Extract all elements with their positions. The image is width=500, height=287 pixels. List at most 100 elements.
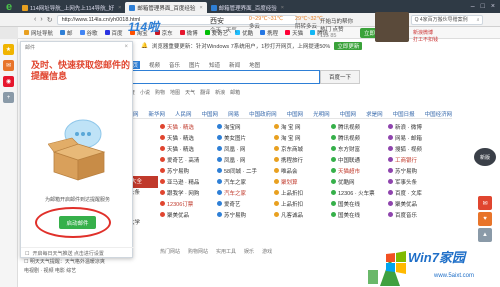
grid-link[interactable]: 凡客诚品 xyxy=(274,210,331,219)
grid-link[interactable]: 淘 宝 网 xyxy=(274,122,331,131)
maximize-icon[interactable]: □ xyxy=(481,3,485,10)
grid-link[interactable]: 国美在线 xyxy=(331,210,388,219)
category-link[interactable]: 娱乐 xyxy=(244,248,254,255)
star-icon[interactable]: ★ xyxy=(3,44,14,55)
grid-link[interactable]: 苏宁易购 xyxy=(160,166,217,175)
bookmark-item[interactable]: 谷歌 xyxy=(79,29,98,37)
celebrity-photo[interactable] xyxy=(375,12,409,42)
browser-logo-icon[interactable]: e xyxy=(0,0,18,13)
hot-word[interactable]: 邮箱 xyxy=(230,89,240,96)
bookmark-item[interactable]: 百度 xyxy=(104,29,123,37)
category-link[interactable]: 游戏 xyxy=(262,248,272,255)
grid-link[interactable]: 聚美优品 xyxy=(160,210,217,219)
bookmark-item[interactable]: 邮 xyxy=(60,29,73,37)
grid-link[interactable]: 汽车之家 xyxy=(217,188,274,197)
grid-link[interactable]: 百度音乐 xyxy=(388,210,445,219)
search-tab[interactable]: 视频 xyxy=(149,61,160,69)
grid-link[interactable]: 美女图片 xyxy=(217,133,274,142)
grid-link[interactable]: 爱奇艺 xyxy=(217,199,274,208)
add-icon[interactable]: + xyxy=(3,92,14,103)
grid-link[interactable]: 凤凰 · 网 xyxy=(217,155,274,164)
hot-word[interactable]: 天气 xyxy=(185,89,195,96)
tab-close-icon[interactable]: × xyxy=(118,5,121,11)
mail-icon[interactable]: ✉ xyxy=(3,60,14,71)
weibo-link[interactable]: 打工不扣钱 xyxy=(413,37,438,44)
grid-link[interactable]: 东方财富 xyxy=(331,144,388,153)
main-search-button[interactable]: 百度一下 xyxy=(320,70,360,84)
grid-link[interactable]: 聚美优品 xyxy=(388,199,445,208)
site-link[interactable]: 求是网 xyxy=(366,110,383,118)
forward-icon[interactable]: › xyxy=(40,16,42,23)
grid-link[interactable]: 天猫超市 xyxy=(331,166,388,175)
category-link[interactable]: 热门网站 xyxy=(160,248,180,255)
tab-2[interactable]: 邮箱管理界面_百度经验 × xyxy=(207,2,288,13)
tab-close-icon[interactable]: × xyxy=(281,5,284,11)
promo-widget[interactable]: 开始马的帮你 热门 点赞 115 85 xyxy=(320,17,353,39)
grid-link[interactable]: 苏宁易购 xyxy=(217,210,274,219)
weather-push-link[interactable]: ☐ 明天天气提醒：天气格外温暖凉爽 xyxy=(24,258,133,267)
grid-link[interactable]: 12306订票 xyxy=(160,199,217,208)
site-logo[interactable]: 114啦 xyxy=(128,18,159,35)
site-link[interactable]: 中国日报 xyxy=(393,110,415,118)
close-icon[interactable]: × xyxy=(124,44,128,50)
search-tab[interactable]: 音乐 xyxy=(169,61,180,69)
feedback-icon[interactable]: ✉ xyxy=(478,196,492,210)
grid-link[interactable]: 天猫 · 精选 xyxy=(160,144,217,153)
grid-link[interactable]: 腾讯视频 xyxy=(331,133,388,142)
site-link[interactable]: 人民网 xyxy=(175,110,192,118)
video-links[interactable]: 电视剧 · 视频 电影 综艺 xyxy=(24,267,133,276)
weibo-icon[interactable]: ◉ xyxy=(3,76,14,87)
enable-mail-button[interactable]: 启动邮件 xyxy=(59,216,96,229)
site-link[interactable]: 中国网 xyxy=(287,110,304,118)
site-link[interactable]: 中国网 xyxy=(340,110,357,118)
tab-1[interactable]: 邮箱管理界面_百度经验 × xyxy=(125,2,207,13)
grid-link[interactable]: 亚马逊 · 精品 xyxy=(160,177,217,186)
weather-city[interactable]: 西安 xyxy=(210,16,237,26)
back-icon[interactable]: ‹ xyxy=(34,16,36,23)
grid-link[interactable]: 天猫 · 精选 xyxy=(160,122,217,131)
grid-link[interactable]: 上品折扣 xyxy=(274,188,331,197)
grid-link[interactable]: 天猫 · 精选 xyxy=(160,133,217,142)
grid-link[interactable]: 网易 · 邮箱 xyxy=(388,133,445,142)
hot-word[interactable]: 地图 xyxy=(170,89,180,96)
weibo-link[interactable]: 新浪微博 xyxy=(413,30,438,37)
grid-link[interactable]: 腾讯视频 xyxy=(331,122,388,131)
bookmark-item[interactable]: 网址导航 xyxy=(24,29,53,37)
grid-link[interactable]: 优酷网 xyxy=(331,177,388,186)
category-link[interactable]: 购物网站 xyxy=(188,248,208,255)
grid-link[interactable]: 淘 宝 网 xyxy=(274,133,331,142)
grid-link[interactable]: 12306 · 火车票 xyxy=(331,188,388,197)
tab-0[interactable]: 114网址导航_上网先上114导航_好 × xyxy=(18,2,125,13)
site-link[interactable]: 中国经济网 xyxy=(425,110,453,118)
search-icon[interactable]: ⌕ xyxy=(477,17,480,23)
update-button[interactable]: 立即更新 xyxy=(334,41,363,50)
hot-word[interactable]: 新浪 xyxy=(215,89,225,96)
grid-link[interactable]: 跟我学 · 网购 xyxy=(160,188,217,197)
grid-link[interactable]: 聚划算 xyxy=(274,177,331,186)
site-link[interactable]: 中国网 xyxy=(202,110,219,118)
close-icon[interactable]: × xyxy=(491,3,495,10)
tab-close-icon[interactable]: × xyxy=(199,5,202,11)
grid-link[interactable]: 爱奇艺 · 高清 xyxy=(160,155,217,164)
grid-link[interactable]: 58同城 · 二手 xyxy=(217,166,274,175)
site-link[interactable]: 中国政府网 xyxy=(249,110,277,118)
grid-link[interactable]: 上品折扣 xyxy=(274,199,331,208)
category-link[interactable]: 实用工具 xyxy=(216,248,236,255)
bookmark-item[interactable]: 微博 xyxy=(179,29,198,37)
hot-word[interactable]: 购物 xyxy=(155,89,165,96)
search-tab[interactable]: 地图 xyxy=(249,61,260,69)
grid-link[interactable]: 京东商城 xyxy=(274,144,331,153)
minimize-icon[interactable]: – xyxy=(471,3,475,10)
grid-link[interactable]: 凤凰 · 网 xyxy=(217,144,274,153)
grid-link[interactable]: 工商银行 xyxy=(388,155,445,164)
browser-search-input[interactable]: Q 4家百万搬伙导赠案例 ⌕ xyxy=(410,14,483,25)
grid-link[interactable]: 国美在线 xyxy=(331,199,388,208)
favorite-icon[interactable]: ♥ xyxy=(478,212,492,226)
site-link[interactable]: 网易 xyxy=(228,110,239,118)
grid-link[interactable]: 中国联通 xyxy=(331,155,388,164)
refresh-icon[interactable]: ↻ xyxy=(47,16,53,24)
grid-link[interactable]: 汽车之家 xyxy=(217,177,274,186)
grid-link[interactable]: 淘宝网 xyxy=(217,122,274,131)
mascot-icon[interactable]: 新版 xyxy=(474,148,496,166)
search-tab[interactable]: 新闻 xyxy=(229,61,240,69)
